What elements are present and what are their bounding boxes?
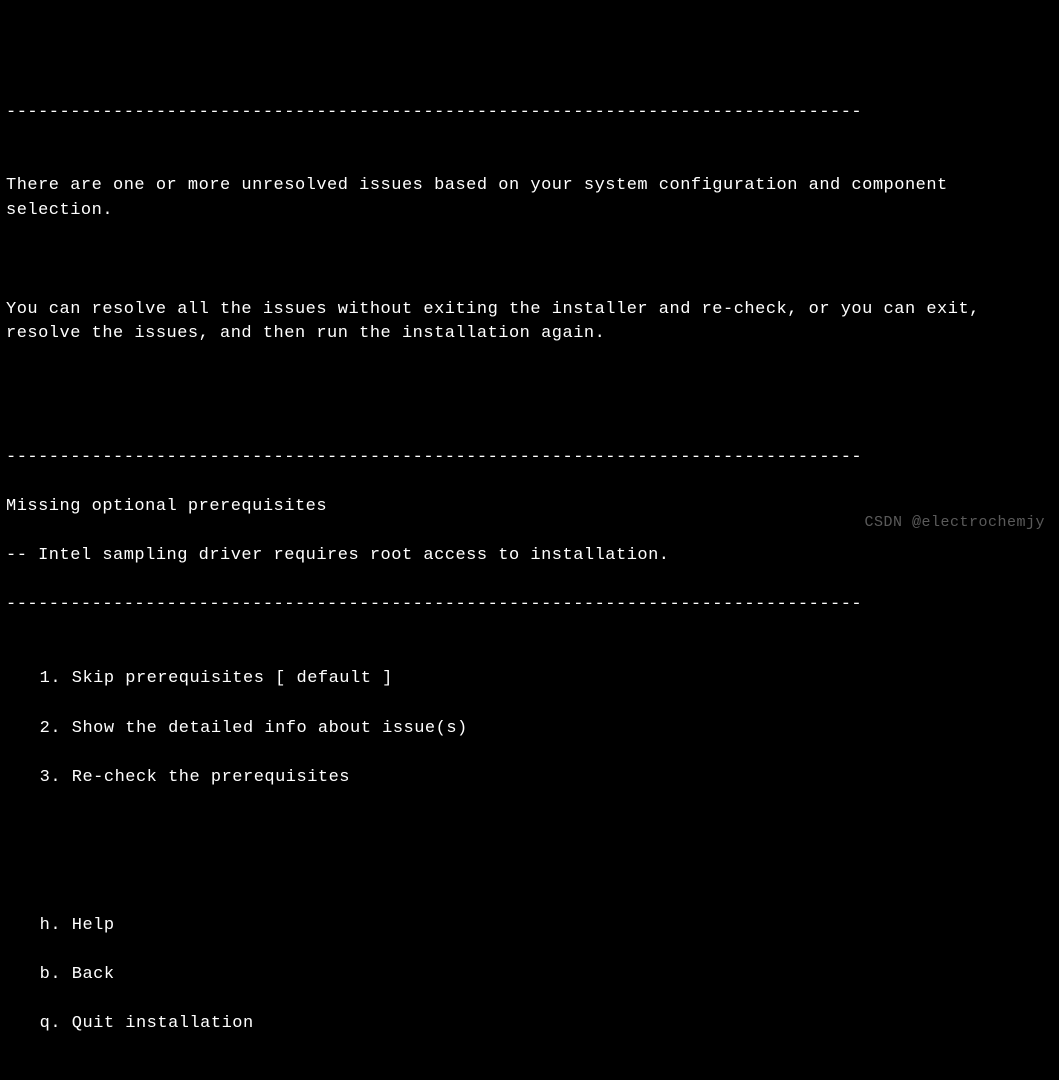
menu-key: h	[40, 916, 51, 935]
divider-section-top: ----------------------------------------…	[6, 446, 1053, 471]
menu-label: Show the detailed info about issue(s)	[72, 719, 468, 738]
divider-section-bottom: ----------------------------------------…	[6, 593, 1053, 618]
divider-top: ----------------------------------------…	[6, 101, 1053, 126]
intro-para-2: You can resolve all the issues without e…	[6, 298, 1053, 347]
menu-key: b	[40, 965, 51, 984]
section-title: Missing optional prerequisites	[6, 495, 1053, 520]
menu-key: 1	[40, 669, 51, 688]
spacer	[6, 372, 1053, 397]
menu-option-1[interactable]: 1. Skip prerequisites [ default ]	[6, 667, 1053, 692]
menu-key: q	[40, 1014, 51, 1033]
menu-key: 3	[40, 768, 51, 787]
menu-nav-back[interactable]: b. Back	[6, 963, 1053, 988]
spacer	[6, 248, 1053, 273]
menu-nav-quit[interactable]: q. Quit installation	[6, 1012, 1053, 1037]
menu-nav-help[interactable]: h. Help	[6, 914, 1053, 939]
prerequisite-item: -- Intel sampling driver requires root a…	[6, 544, 1053, 569]
menu-label: Re-check the prerequisites	[72, 768, 350, 787]
menu-label: Back	[72, 965, 115, 984]
menu-label: Quit installation	[72, 1014, 254, 1033]
menu-key: 2	[40, 719, 51, 738]
menu-option-2[interactable]: 2. Show the detailed info about issue(s)	[6, 717, 1053, 742]
spacer	[6, 840, 1053, 865]
menu-label: Help	[72, 916, 115, 935]
intro-para-1: There are one or more unresolved issues …	[6, 174, 1053, 223]
menu-label: Skip prerequisites [ default ]	[72, 669, 393, 688]
menu-option-3[interactable]: 3. Re-check the prerequisites	[6, 766, 1053, 791]
